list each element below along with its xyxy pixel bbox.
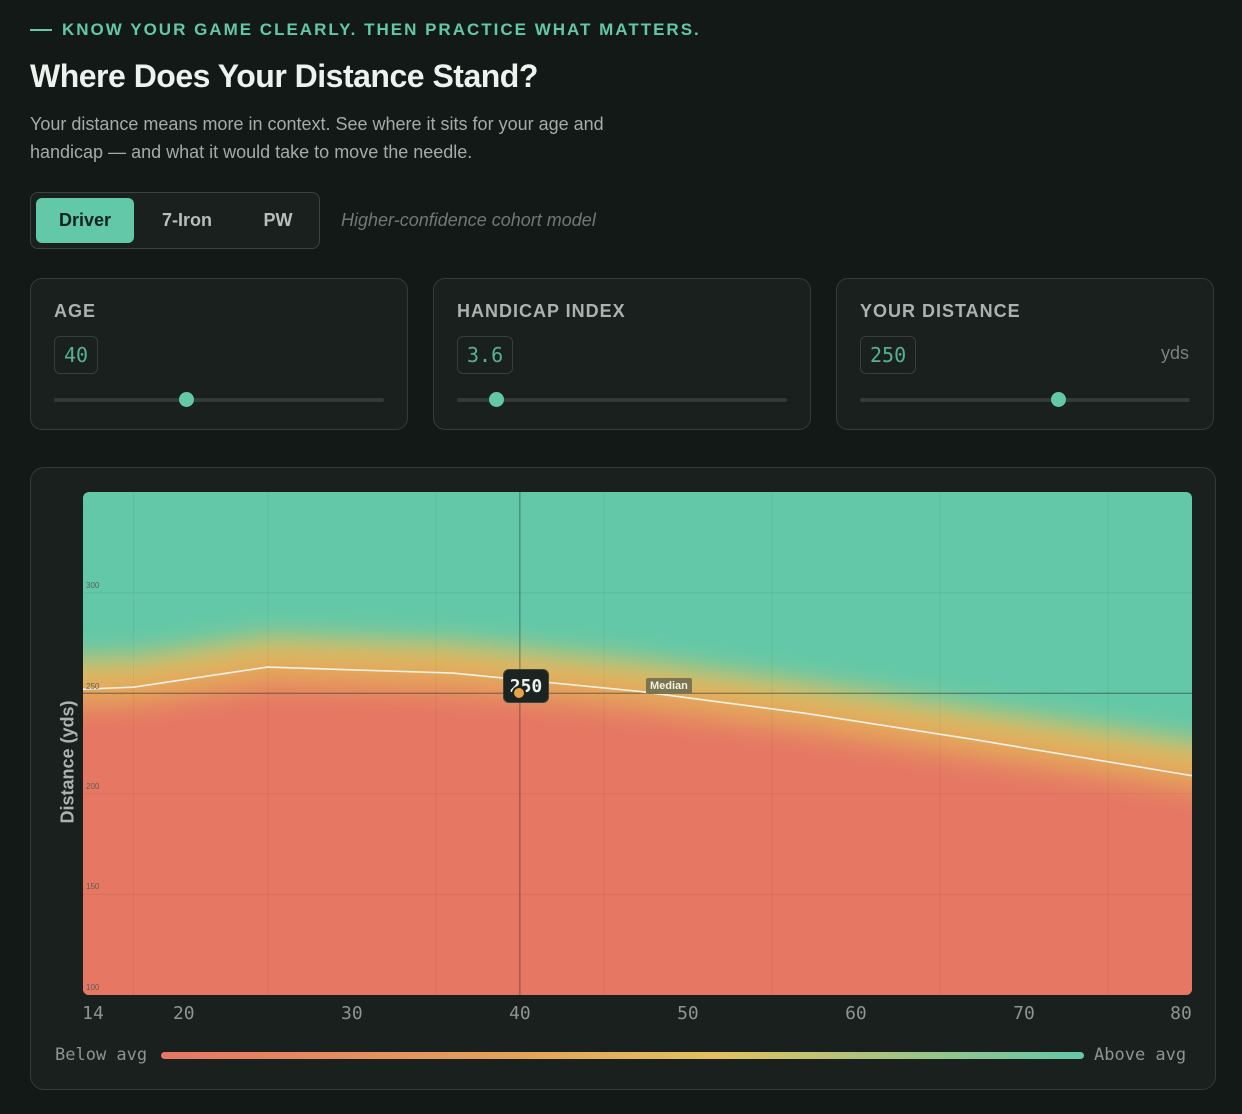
- your-distance-marker[interactable]: [512, 686, 526, 700]
- x-tick-80: 80: [1170, 1003, 1192, 1024]
- y-tick-250: 250: [86, 682, 100, 691]
- y-tick-300: 300: [86, 581, 100, 590]
- x-tick-70: 70: [1013, 1003, 1035, 1024]
- x-tick-30: 30: [341, 1003, 363, 1024]
- legend-below-label: Below avg: [55, 1045, 148, 1065]
- y-tick-150: 150: [86, 882, 100, 891]
- x-tick-50: 50: [677, 1003, 699, 1024]
- x-tick-60: 60: [845, 1003, 867, 1024]
- y-tick-100: 100: [86, 983, 100, 992]
- y-tick-200: 200: [86, 782, 100, 791]
- median-label: Median: [646, 678, 692, 694]
- x-tick-14: 14: [82, 1003, 104, 1024]
- your-distance-tooltip: 250: [503, 669, 549, 703]
- x-tick-40: 40: [509, 1003, 531, 1024]
- distance-heatmap[interactable]: [0, 0, 1242, 1114]
- y-axis-label: Distance (yds): [57, 700, 78, 824]
- legend-gradient-bar: [161, 1052, 1084, 1059]
- legend-above-label: Above avg: [1094, 1045, 1187, 1065]
- x-tick-20: 20: [172, 1003, 195, 1024]
